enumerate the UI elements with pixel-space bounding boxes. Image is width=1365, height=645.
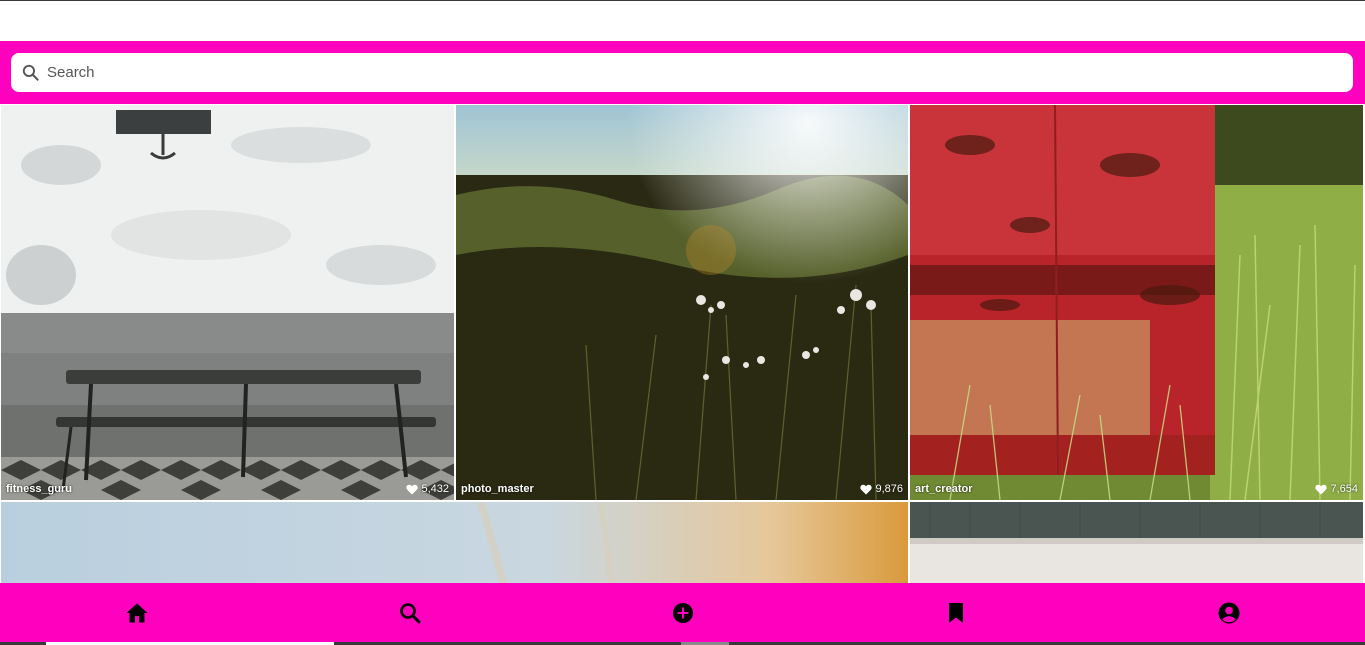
post-tile[interactable]: art_creator 7,654 (910, 105, 1363, 500)
search-icon (22, 64, 39, 81)
post-image (910, 502, 1363, 583)
search-header (0, 41, 1365, 104)
post-image (1, 502, 908, 583)
heart-icon (406, 484, 419, 494)
nav-home[interactable] (0, 583, 273, 642)
post-tile[interactable] (1, 502, 908, 583)
home-icon (126, 603, 147, 622)
app-page: fitness_guru 5,432 (0, 0, 1365, 645)
post-tile[interactable]: fitness_guru 5,432 (1, 105, 454, 500)
post-image (1, 105, 454, 500)
search-input[interactable] (47, 53, 1337, 92)
post-likes: 7,654 (1315, 483, 1358, 495)
heart-icon (860, 484, 873, 494)
post-likes: 9,876 (860, 483, 903, 495)
post-username[interactable]: art_creator (915, 483, 972, 495)
search-bar[interactable] (11, 53, 1353, 92)
bottom-navigation (0, 583, 1365, 642)
post-username[interactable]: photo_master (461, 483, 534, 495)
nav-profile[interactable] (1092, 583, 1365, 642)
explore-grid: fitness_guru 5,432 photo_master 9,876 ar… (0, 104, 1365, 583)
likes-count: 9,876 (875, 483, 903, 495)
profile-icon (1218, 602, 1239, 623)
window-top-border (0, 0, 1365, 1)
likes-count: 7,654 (1330, 483, 1358, 495)
add-circle-icon (672, 602, 693, 623)
post-tile[interactable]: photo_master 9,876 (456, 105, 908, 500)
post-likes: 5,432 (406, 483, 449, 495)
heart-icon (1315, 484, 1328, 494)
nav-search[interactable] (273, 583, 546, 642)
search-icon (399, 602, 420, 623)
post-username[interactable]: fitness_guru (6, 483, 72, 495)
nav-saved[interactable] (819, 583, 1092, 642)
post-image (910, 105, 1363, 500)
bookmark-icon (948, 602, 963, 623)
nav-add-post[interactable] (546, 583, 819, 642)
post-tile[interactable] (910, 502, 1363, 583)
post-image (456, 105, 908, 500)
likes-count: 5,432 (421, 483, 449, 495)
